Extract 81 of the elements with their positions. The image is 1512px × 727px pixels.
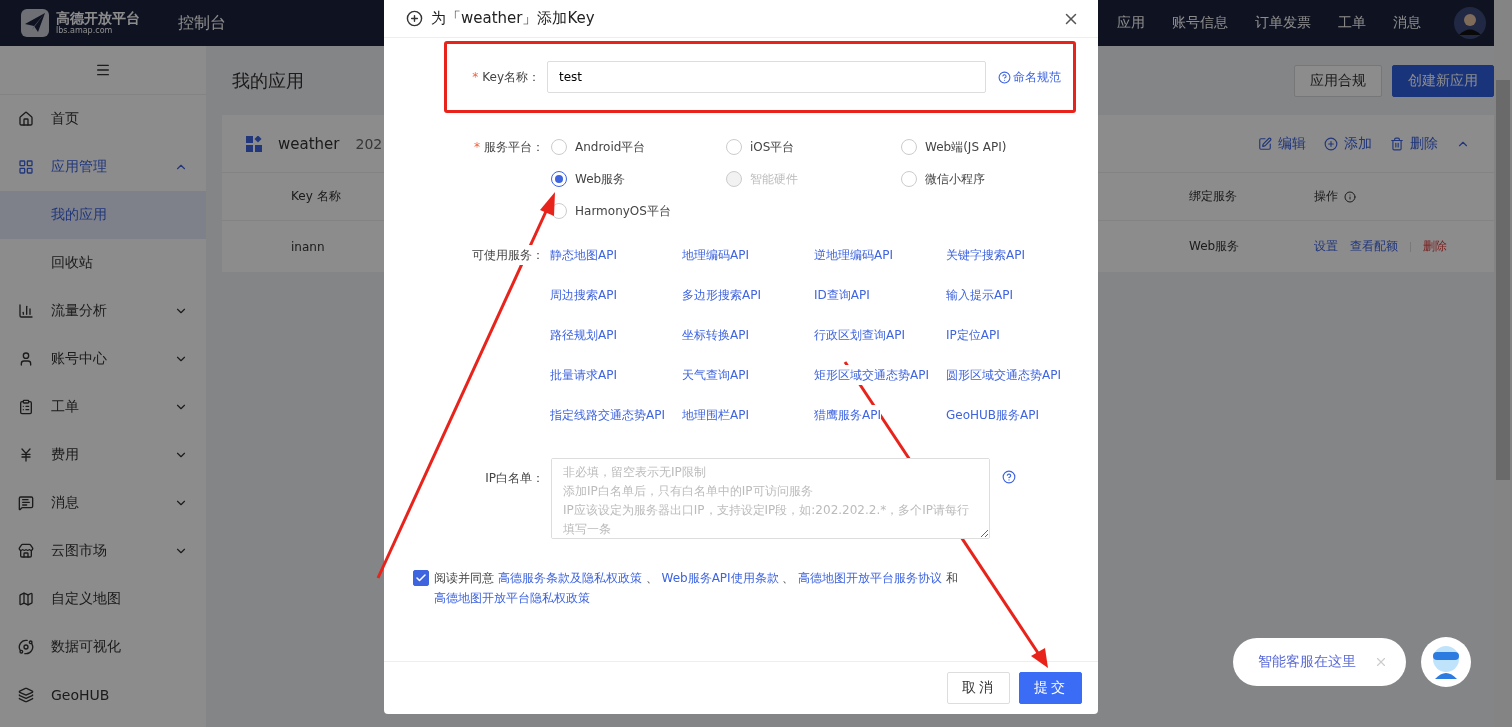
compliance-button[interactable]: 应用合规 — [1294, 64, 1382, 97]
radio-label[interactable]: Web端(JS API) — [925, 138, 1007, 156]
cancel-button[interactable]: 取消 — [947, 672, 1010, 704]
help-icon — [998, 70, 1011, 84]
agreement-link[interactable]: Web服务API使用条款 — [661, 571, 779, 585]
nav-link[interactable]: 账号信息 — [1172, 14, 1228, 32]
agreement-link[interactable]: 高德地图开放平台隐私权政策 — [434, 591, 590, 605]
app-name: weather — [278, 134, 340, 153]
paper-plane-logo-icon — [20, 8, 50, 38]
sidebar-item[interactable]: 云图市场 — [0, 527, 206, 575]
sidebar-subitem[interactable]: 回收站 — [0, 239, 206, 287]
radio-label[interactable]: iOS平台 — [750, 138, 795, 156]
radio-label[interactable]: HarmonyOS平台 — [575, 202, 671, 220]
plus-circle-icon — [1324, 136, 1338, 151]
dialog-title: 为「weather」添加Key — [431, 9, 595, 28]
card-action-link[interactable]: 添加 — [1324, 134, 1372, 153]
app-grid-icon — [246, 135, 262, 152]
sidebar-item[interactable]: 数据可视化 — [0, 623, 206, 671]
nav-link[interactable]: 工单 — [1338, 14, 1366, 32]
checkmark-icon — [415, 572, 427, 584]
trash-icon — [1390, 136, 1404, 151]
grid-icon — [18, 159, 34, 175]
nav-link[interactable]: 应用 — [1117, 14, 1145, 32]
info-icon[interactable] — [1344, 190, 1356, 203]
sidebar-item[interactable]: GeoHUB — [0, 671, 206, 719]
delete-link[interactable]: 删除 — [1423, 238, 1447, 255]
home-icon — [18, 111, 34, 127]
plus-circle-icon — [406, 10, 423, 27]
store-icon — [18, 543, 34, 559]
clipboard-icon — [18, 399, 34, 415]
edit-icon — [1258, 136, 1272, 151]
nav-link[interactable]: 订单发票 — [1255, 14, 1311, 32]
logo-url: lbs.amap.com — [56, 27, 114, 35]
row-action-link[interactable]: 设置 — [1314, 238, 1338, 255]
chat-bubble[interactable]: 智能客服在这里 — [1233, 638, 1406, 686]
sidebar-item[interactable]: 工单 — [0, 383, 206, 431]
radio-button[interactable] — [551, 171, 567, 187]
submit-button[interactable]: 提交 — [1019, 672, 1082, 704]
radio-label[interactable]: Web服务 — [575, 170, 626, 188]
column-header: 操作 — [1314, 188, 1338, 205]
assistant-avatar[interactable] — [1421, 637, 1471, 687]
app-date: 202 — [355, 135, 383, 152]
nav-link[interactable]: 消息 — [1393, 14, 1421, 32]
agreement-text: 阅读并同意 高德服务条款及隐私权政策 、 Web服务API使用条款 、 高德地图开放平台服务协议 和 高德地图开放平台隐私权政策 — [434, 570, 960, 607]
sidebar-item[interactable]: 首页 — [0, 95, 206, 143]
menu-icon[interactable] — [95, 62, 111, 78]
map-icon — [18, 591, 34, 607]
avatar[interactable] — [1454, 7, 1486, 39]
table-cell: inann — [291, 239, 325, 254]
yen-icon — [18, 447, 34, 463]
help-icon[interactable] — [1002, 470, 1016, 484]
table-cell: Web服务 — [1189, 238, 1240, 255]
naming-rules-link[interactable]: 命名规范 — [998, 68, 1061, 86]
sidebar-item[interactable]: 自定义地图 — [0, 575, 206, 623]
radio-label[interactable]: 微信小程序 — [925, 170, 985, 188]
page-title: 我的应用 — [232, 68, 304, 93]
chart-icon — [18, 303, 34, 319]
layers-icon — [18, 687, 34, 703]
agreement-link[interactable]: 高德地图开放平台服务协议 — [798, 571, 943, 585]
sidebar-item[interactable]: 账号中心 — [0, 335, 206, 383]
create-app-button[interactable]: 创建新应用 — [1392, 64, 1494, 97]
radio-label[interactable]: Android平台 — [575, 138, 646, 156]
sidebar-item[interactable]: 应用管理 — [0, 143, 206, 191]
user-icon — [18, 351, 34, 367]
agree-checkbox[interactable] — [413, 570, 429, 586]
sidebar-item[interactable]: 费用 — [0, 431, 206, 479]
console-title[interactable]: 控制台 — [178, 12, 226, 34]
logo-name: 高德开放平台 — [56, 11, 140, 25]
sidebar-item[interactable]: 流量分析 — [0, 287, 206, 335]
sidebar-item[interactable]: 消息 — [0, 479, 206, 527]
column-header: Key 名称 — [291, 188, 341, 205]
orbit-icon — [18, 639, 34, 655]
row-action-link[interactable]: 查看配额 — [1350, 238, 1398, 255]
card-action-link[interactable]: 删除 — [1390, 134, 1438, 153]
card-action-link[interactable]: 编辑 — [1258, 134, 1306, 153]
sidebar-subitem[interactable]: 我的应用 — [0, 191, 206, 239]
column-header: 绑定服务 — [1189, 188, 1237, 205]
key-name-input[interactable]: test — [547, 61, 986, 93]
message-icon — [18, 495, 34, 511]
service-link[interactable]: 矩形区域交通态势API — [814, 365, 929, 385]
agreement-link[interactable]: 高德服务条款及隐私权政策 — [497, 571, 642, 585]
